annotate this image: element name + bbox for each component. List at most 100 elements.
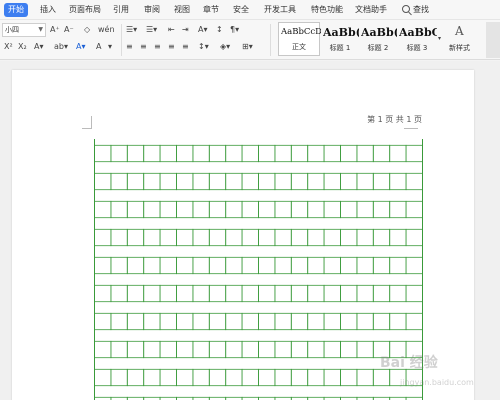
grid-cell [340, 172, 358, 191]
grid-cell [372, 284, 391, 303]
align-center-icon[interactable]: ≡ [140, 42, 147, 52]
grid-cell [126, 200, 145, 219]
document-helper-button[interactable] [486, 22, 500, 58]
search-button[interactable]: 查找 [413, 3, 429, 17]
grid-cell [258, 312, 276, 331]
tab-insert[interactable]: 插入 [40, 3, 56, 17]
grid-row [94, 172, 423, 191]
watermark-logo: Bai 经验 [380, 355, 438, 371]
borders-icon[interactable]: ⊞▾ [242, 42, 253, 52]
style-sample: AaBb( [361, 26, 397, 39]
grid-cell [389, 172, 407, 191]
grid-cell [176, 228, 194, 247]
style-normal[interactable]: AaBbCcDd 正文 [278, 22, 321, 56]
superscript-icon[interactable]: X² [4, 42, 13, 52]
grid-cell [274, 340, 292, 359]
clear-format-icon[interactable]: ◇ [84, 25, 90, 35]
grid-cell [208, 312, 227, 331]
tab-developer-tools[interactable]: 开发工具 [264, 3, 296, 17]
grid-cell [143, 312, 161, 331]
tab-document-assistant[interactable]: 文档助手 [355, 3, 387, 17]
grid-cell [290, 200, 309, 219]
grid-cell [372, 200, 391, 219]
grid-cell [405, 228, 423, 247]
grid-cell [372, 228, 391, 247]
highlight-icon[interactable]: ab▾ [54, 42, 68, 52]
font-color-icon[interactable]: A▾ [76, 42, 86, 52]
grid-cell [192, 312, 210, 331]
new-style-button[interactable]: 新样式 [449, 43, 470, 53]
grid-cell [340, 340, 358, 359]
grid-cell [110, 284, 128, 303]
grid-cell [290, 340, 309, 359]
grid-cell [356, 284, 374, 303]
grid-cell [258, 368, 276, 387]
grid-cell [94, 312, 112, 331]
bullet-list-icon[interactable]: ☰▾ [126, 25, 137, 35]
ribbon-toolbar: 小四 ▼ A⁺ A⁻ ◇ wén X² X₂ A▾ ab▾ A▾ A ▾ ☰▾ … [0, 20, 500, 60]
styles-more-icon[interactable]: ▾ [438, 34, 441, 44]
grid-cell [323, 144, 341, 163]
numbered-list-icon[interactable]: ☰▾ [146, 25, 157, 35]
grid-cell [208, 228, 227, 247]
grid-cell [94, 200, 112, 219]
tab-review[interactable]: 审阅 [144, 3, 160, 17]
pinyin-guide-icon[interactable]: wén [98, 25, 115, 35]
tab-start[interactable]: 开始 [4, 3, 28, 17]
style-heading-3[interactable]: AaBbC 标题 3 [397, 22, 437, 56]
grid-cell [356, 172, 374, 191]
line-spacing-icon[interactable]: ↕▾ [198, 42, 209, 52]
justify-icon[interactable]: ≡ [168, 42, 175, 52]
tab-view[interactable]: 视图 [174, 3, 190, 17]
char-border-icon[interactable]: ▾ [108, 42, 112, 52]
shading-icon[interactable]: ◈▾ [220, 42, 230, 52]
show-marks-icon[interactable]: ¶▾ [230, 25, 239, 35]
divider [270, 24, 271, 56]
tab-security[interactable]: 安全 [233, 3, 249, 17]
grid-cell [208, 340, 227, 359]
tab-references[interactable]: 引用 [113, 3, 129, 17]
grid-cell [110, 172, 128, 191]
align-right-icon[interactable]: ≡ [154, 42, 161, 52]
char-shading-icon[interactable]: A [96, 42, 101, 52]
divider [121, 24, 122, 56]
distributed-icon[interactable]: ≡ [182, 42, 189, 52]
tab-special-features[interactable]: 特色功能 [311, 3, 343, 17]
grid-cell [143, 256, 161, 275]
new-style-icon[interactable]: A [455, 24, 464, 38]
text-effect-icon[interactable]: A▾ [34, 42, 44, 52]
decrease-indent-icon[interactable]: ⇤ [168, 25, 175, 35]
grid-cell [225, 256, 243, 275]
page-header: 第 1 页 共 1 页 [367, 115, 422, 124]
grid-cell [356, 144, 374, 163]
grid-cell [258, 228, 276, 247]
search-icon[interactable] [402, 5, 410, 13]
style-heading-2[interactable]: AaBb( 标题 2 [359, 22, 397, 56]
grid-cell [389, 312, 407, 331]
grid-cell [225, 200, 243, 219]
text-direction-icon[interactable]: A▾ [198, 25, 208, 35]
grid-cell [241, 312, 259, 331]
grid-cell [225, 144, 243, 163]
tab-page-layout[interactable]: 页面布局 [69, 3, 101, 17]
grid-cell [274, 256, 292, 275]
grid-cell [307, 228, 325, 247]
subscript-icon[interactable]: X₂ [18, 42, 27, 52]
tab-chapter[interactable]: 章节 [203, 3, 219, 17]
grid-cell [143, 284, 161, 303]
align-left-icon[interactable]: ≡ [126, 42, 133, 52]
grid-cell [307, 256, 325, 275]
document-page[interactable]: 第 1 页 共 1 页 [12, 70, 474, 400]
increase-indent-icon[interactable]: ⇥ [182, 25, 189, 35]
grid-cell [126, 284, 145, 303]
increase-font-icon[interactable]: A⁺ [50, 25, 60, 35]
decrease-font-icon[interactable]: A⁻ [64, 25, 74, 35]
font-size-select[interactable]: 小四 ▼ [2, 23, 46, 37]
grid-cell [241, 284, 259, 303]
style-heading-1[interactable]: AaBb( 标题 1 [321, 22, 359, 56]
grid-cell [94, 144, 112, 163]
sort-icon[interactable]: ↕ [216, 25, 223, 35]
grid-row [94, 368, 423, 387]
grid-cell [372, 256, 391, 275]
grid-cell [356, 256, 374, 275]
